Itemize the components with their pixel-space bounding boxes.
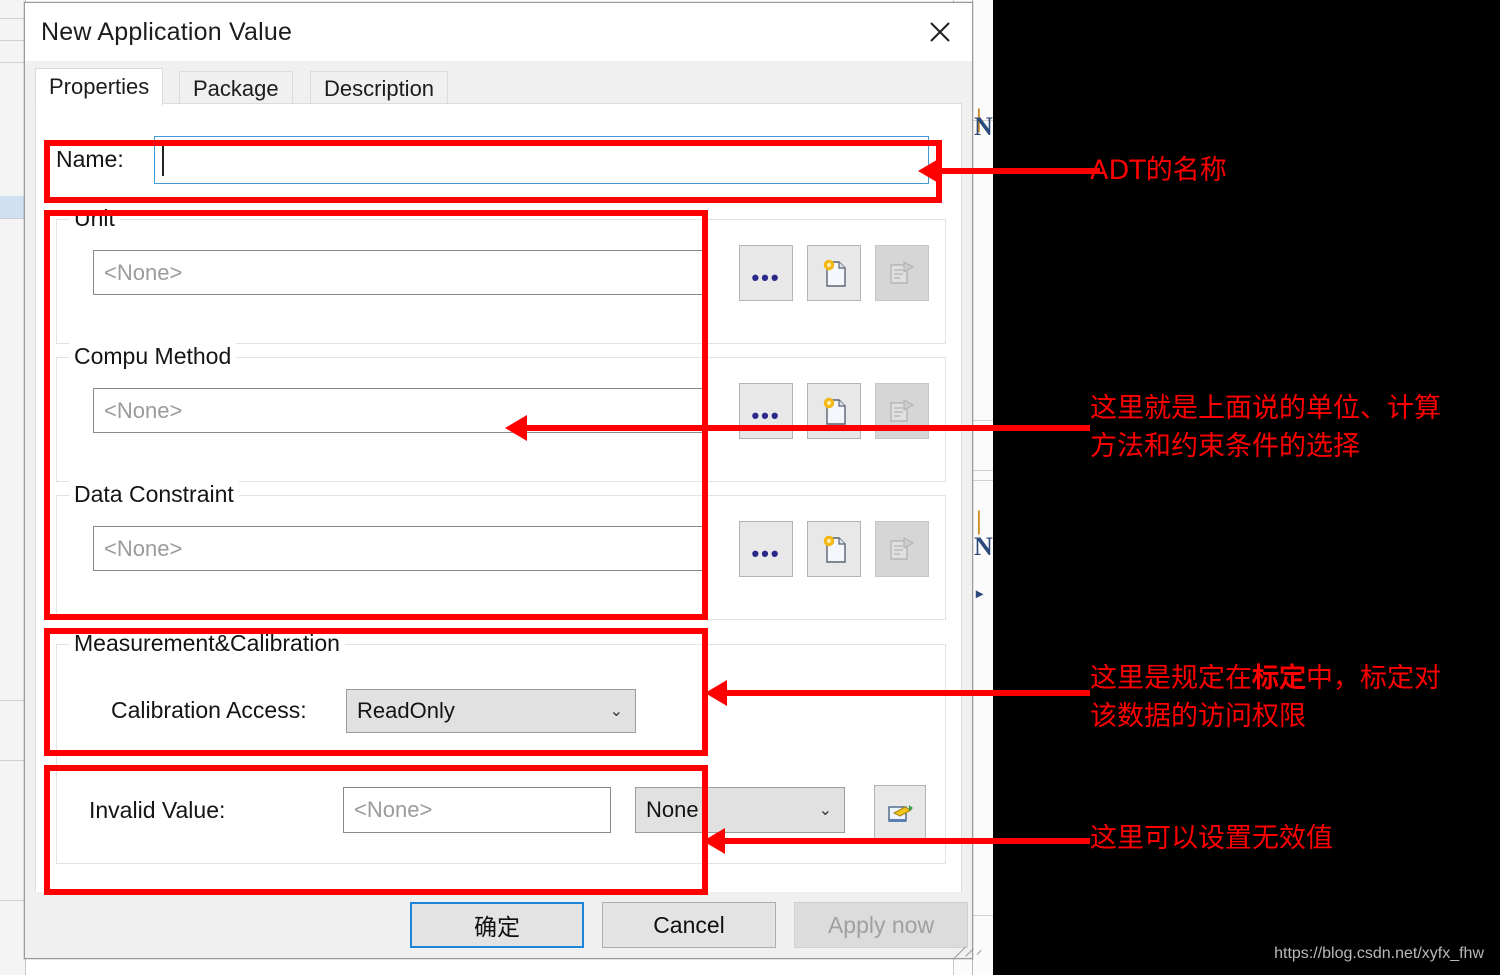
annotation-text-invalid-value: 这里可以设置无效值 [1090,823,1333,854]
cancel-button-label: Cancel [653,911,725,938]
annotation-line-unit-compu-constraint [520,425,1090,431]
calibration-access-value: ReadOnly [357,698,455,723]
apply-now-button: Apply now [794,902,968,948]
tabstrip: Properties Package Description [25,61,972,106]
invalid-value-select-value: None [646,797,699,822]
text-caret [162,144,164,176]
dialog-footer: 确定 Cancel Apply now [25,892,982,959]
ok-button-label: 确定 [474,914,520,940]
annotation-arrow-invalid-value [703,828,725,854]
tab-package[interactable]: Package [179,71,293,105]
annotation-arrow-unit-compu-constraint [505,415,527,441]
chevron-down-icon: ⌄ [818,802,832,819]
data-constraint-edit-properties-icon [875,521,929,577]
annotation-calibration-bold: 标定 [1252,663,1306,694]
unit-edit-properties-icon [875,245,929,301]
tab-properties[interactable]: Properties [35,68,164,106]
chevron-down-icon: ⌄ [609,703,623,720]
name-input[interactable] [154,136,929,184]
measurement-calibration-group-label: Measurement&Calibration [69,630,345,657]
unit-new-document-icon[interactable] [807,245,861,301]
watermark: https://blog.csdn.net/xyfx_fhw [1274,945,1484,962]
new-application-value-dialog: New Application Value Properties Package… [24,2,982,959]
tab-description-label: Description [324,75,435,101]
dialog-titlebar: New Application Value [25,3,972,61]
name-label: Name: [56,146,124,172]
cancel-button[interactable]: Cancel [602,902,776,948]
invalid-value-select[interactable]: None ⌄ [635,787,845,833]
invalid-value-set-icon[interactable] [874,785,926,839]
name-row: Name: [44,136,944,184]
annotation-line-calibration [720,690,1090,696]
calibration-access-select[interactable]: ReadOnly ⌄ [346,689,636,733]
ellipsis-icon: ••• [751,541,781,566]
annotation-text-unit-compu-constraint: 这里就是上面说的单位、计算 方法和约束条件的选择 [1090,393,1441,462]
data-constraint-group: Data Constraint <None> ••• [56,481,946,620]
unit-group: Unit <None> ••• [56,205,946,344]
resize-grip[interactable] [950,936,982,959]
background-left-gutter [0,0,26,975]
measurement-calibration-group: Measurement&Calibration Calibration Acce… [56,630,946,864]
tab-package-label: Package [193,75,279,101]
unit-browse-ellipsis-icon[interactable]: ••• [739,245,793,301]
annotation-text-name: ADT的名称 [1090,155,1227,186]
tab-description[interactable]: Description [310,71,449,105]
annotation-line-name [940,168,1100,174]
close-icon[interactable] [908,3,972,61]
calibration-access-label: Calibration Access: [111,697,307,723]
data-constraint-group-label: Data Constraint [69,481,239,508]
unit-value-field[interactable]: <None> [93,250,703,295]
data-constraint-value-field[interactable]: <None> [93,526,703,571]
screen-root: | N | N ▸ New Application Value Properti… [0,0,1500,975]
ok-button[interactable]: 确定 [410,902,584,948]
unit-group-label: Unit [69,205,120,232]
compu-method-group-label: Compu Method [69,343,237,370]
ellipsis-icon: ••• [751,265,781,290]
properties-tab-page: Name: Unit <None> ••• Compu Method <None… [35,103,962,893]
annotation-arrow-name [918,158,940,184]
annotation-calibration-pre: 这里是规定在 [1090,663,1252,694]
data-constraint-new-document-icon[interactable] [807,521,861,577]
invalid-value-text-field[interactable]: <None> [343,787,611,833]
apply-now-button-label: Apply now [827,911,935,938]
annotation-line-invalid-value [718,838,1090,844]
annotation-arrow-calibration [705,680,727,706]
compu-method-group: Compu Method <None> ••• [56,343,946,482]
invalid-value-label: Invalid Value: [89,797,226,823]
tab-properties-label: Properties [49,74,150,99]
ellipsis-icon: ••• [751,403,781,428]
dialog-title: New Application Value [41,18,293,46]
data-constraint-browse-ellipsis-icon[interactable]: ••• [739,521,793,577]
annotation-text-calibration: 这里是规定在标定中，标定对 该数据的访问权限 [1090,660,1441,736]
